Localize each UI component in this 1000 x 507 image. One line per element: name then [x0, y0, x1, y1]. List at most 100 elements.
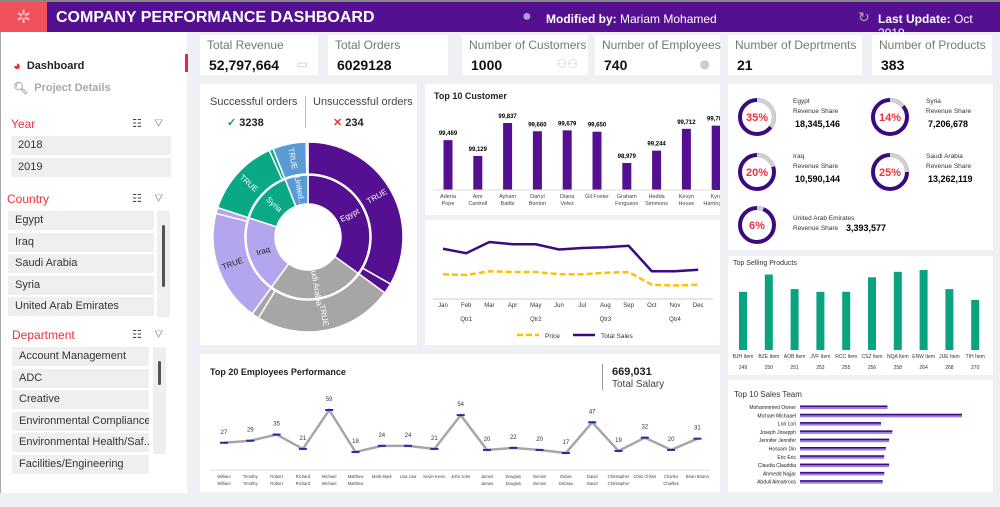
product-bar[interactable] — [790, 289, 799, 350]
employee-performance-line[interactable] — [223, 407, 698, 455]
employee-marker[interactable] — [667, 448, 676, 451]
department-filter-item[interactable]: Creative — [12, 390, 149, 409]
nav-dashboard[interactable]: ◕ Dashboard — [13, 58, 84, 73]
product-bar[interactable] — [764, 274, 773, 350]
employee-marker[interactable] — [561, 452, 570, 455]
product-code-label: 253 — [816, 365, 825, 371]
employee-marker[interactable] — [404, 444, 413, 447]
year-filter-item[interactable]: 2019 — [11, 157, 171, 177]
employee-value-label: 24 — [378, 433, 385, 439]
month-tick-label: Mar — [484, 303, 494, 309]
country-filter-item[interactable]: Iraq — [8, 232, 154, 252]
customer-name-label: Hedda — [648, 194, 665, 200]
sidebar: ◕ Dashboard 🔍︎ Project Details Year ☷ ⛛ 2018 2… — [0, 32, 188, 493]
employee-marker[interactable] — [693, 437, 702, 440]
customer-bar[interactable] — [503, 123, 513, 190]
customer-bar[interactable] — [473, 156, 483, 190]
customer-bar[interactable] — [681, 128, 691, 190]
customer-bar[interactable] — [443, 140, 453, 190]
active-indicator — [185, 54, 188, 72]
product-bar[interactable] — [893, 271, 902, 350]
department-scrollbar[interactable] — [153, 347, 166, 454]
customer-bar[interactable] — [532, 131, 542, 190]
department-filter-item[interactable]: Environmental Health/Saf... — [12, 433, 149, 452]
customer-name-label: Amr — [473, 194, 483, 200]
employee-marker[interactable] — [483, 448, 491, 451]
customer-bar[interactable] — [562, 130, 572, 190]
nav-dashboard-label: Dashboard — [26, 59, 85, 72]
sales-team-bar-edge — [800, 430, 893, 432]
employee-marker[interactable] — [246, 439, 255, 442]
department-filter-item[interactable]: Environmental Compliance — [12, 411, 149, 431]
series-line-total-sales[interactable] — [442, 240, 699, 273]
product-bar[interactable] — [868, 277, 876, 350]
employee-marker[interactable] — [509, 446, 518, 449]
product-name-label: AOB Item — [784, 354, 806, 360]
employee-marker[interactable] — [298, 447, 307, 450]
year-filter-item[interactable]: 2018 — [11, 136, 171, 155]
multi-select-icon[interactable]: ☷ — [132, 192, 142, 205]
employee-marker[interactable] — [535, 448, 544, 451]
revenue-country: United Arab Emirates — [793, 215, 855, 222]
kpi-card: Number of Deprtments 21 — [728, 35, 862, 75]
department-filter-item[interactable]: Account Management — [12, 347, 149, 366]
customer-bar[interactable] — [622, 163, 632, 190]
employee-marker[interactable] — [588, 421, 597, 424]
multi-select-icon[interactable]: ☷ — [132, 328, 142, 341]
customer-bar[interactable] — [652, 150, 662, 190]
employee-marker[interactable] — [614, 449, 623, 452]
clear-filter-icon[interactable]: ⛛ — [154, 328, 163, 342]
sunburst-outer-false[interactable] — [305, 141, 309, 175]
employee-marker[interactable] — [377, 444, 386, 447]
clear-filter-icon[interactable]: ⛛ — [154, 192, 163, 206]
scrollbar-thumb[interactable] — [162, 225, 165, 287]
revenue-share-label: Revenue Share — [926, 163, 972, 170]
country-filter-item[interactable]: Saudi Arabia — [8, 254, 154, 273]
employee-marker[interactable] — [325, 409, 334, 411]
employee-value-label: 54 — [457, 402, 464, 408]
product-bar[interactable] — [816, 291, 825, 350]
employee-name-label: Robert — [270, 474, 283, 479]
product-bar[interactable] — [919, 270, 928, 350]
product-bar[interactable] — [971, 300, 980, 350]
scrollbar-thumb[interactable] — [158, 361, 161, 385]
revenue-share-label: Revenue Share — [793, 108, 839, 115]
sales-team-name: Ahmedd Najjar — [763, 471, 796, 477]
employee-marker[interactable] — [430, 447, 439, 450]
nav-project-details[interactable]: 🔍︎ Project Details — [13, 81, 111, 95]
department-filter-item[interactable]: ADC — [12, 368, 149, 388]
multi-select-icon[interactable]: ☷ — [132, 117, 142, 130]
product-code-label: 268 — [945, 365, 954, 371]
customer-bar[interactable] — [592, 131, 602, 190]
product-bar[interactable] — [739, 291, 747, 350]
country-filter-item[interactable]: Egypt — [8, 211, 154, 230]
employee-name-label: James — [481, 481, 493, 486]
customer-name-label: Simmons — [645, 201, 668, 207]
employee-marker[interactable] — [220, 441, 228, 444]
revenue-country: Saudi Arabia — [926, 153, 963, 160]
dashboard-title: COMPANY PERFORMANCE DASHBOARD — [56, 9, 375, 26]
employee-marker[interactable] — [456, 414, 465, 417]
product-bar[interactable] — [945, 289, 954, 350]
employee-name-label: Michael — [322, 474, 336, 479]
product-bar[interactable] — [842, 291, 851, 350]
employee-marker[interactable] — [272, 433, 281, 436]
country-filter-item[interactable]: Syria — [8, 275, 154, 295]
sales-team-bar-edge — [800, 463, 890, 466]
customer-bar[interactable] — [711, 125, 720, 190]
product-code-label: 270 — [971, 365, 980, 371]
revenue-share-rings: 35% Egypt Revenue Share 18,345,146 14% Syria R… — [738, 98, 973, 244]
series-line-price[interactable] — [442, 269, 699, 287]
country-filter-item[interactable]: United Arab Emirates — [8, 297, 154, 316]
employee-marker[interactable] — [351, 450, 360, 453]
employee-name-label: Dennis — [533, 481, 546, 486]
money-icon: ▭ — [296, 57, 308, 71]
customer-name-label: Ferguson — [615, 201, 638, 207]
department-filter-item[interactable]: Facilities/Engineering — [12, 454, 149, 474]
employee-marker[interactable] — [640, 436, 649, 439]
employee-value-label: 47 — [589, 409, 596, 415]
clear-filter-icon[interactable]: ⛛ — [154, 117, 163, 131]
modified-by: Modified by: Mariam Mohamed — [546, 12, 717, 26]
country-scrollbar[interactable] — [157, 211, 170, 317]
customer-data-label: 99,650 — [588, 123, 607, 129]
